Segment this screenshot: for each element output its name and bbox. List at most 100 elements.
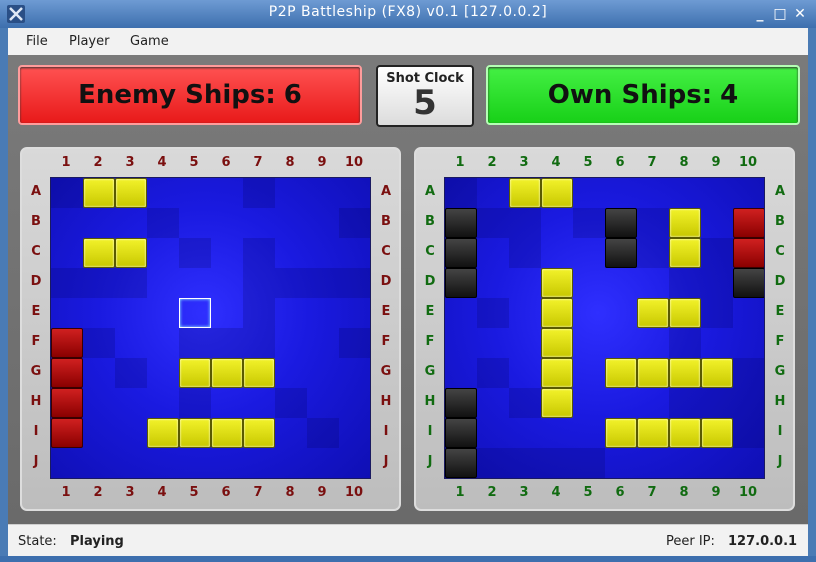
enemy-water-cell[interactable] [243, 238, 275, 268]
window-title-bar[interactable]: P2P Battleship (FX8) v0.1 [127.0.0.2] _ … [0, 0, 816, 28]
enemy-water-cell[interactable] [179, 238, 211, 268]
enemy-ship-cell[interactable] [211, 358, 243, 388]
own-hit-cell [733, 208, 764, 238]
enemy-water-cell[interactable] [339, 268, 370, 298]
own-col-label-bottom-9: 9 [711, 485, 721, 500]
enemy-water-cell[interactable] [51, 178, 83, 208]
enemy-ship-cell[interactable] [147, 418, 179, 448]
enemy-ship-cell[interactable] [115, 238, 147, 268]
maximize-icon[interactable]: □ [772, 6, 788, 22]
enemy-water-cell[interactable] [115, 268, 147, 298]
menu-file[interactable]: File [26, 34, 48, 49]
enemy-water-cell[interactable] [83, 328, 115, 358]
enemy-water-cell[interactable] [243, 268, 275, 298]
enemy-water-cell[interactable] [243, 178, 275, 208]
enemy-grid[interactable] [50, 177, 371, 479]
enemy-water-cell[interactable] [275, 268, 307, 298]
enemy-water-cell[interactable] [115, 358, 147, 388]
own-row-label-right-G: G [774, 364, 786, 379]
own-water-cell [509, 238, 541, 268]
enemy-water-cell[interactable] [211, 328, 243, 358]
own-water-cell [733, 358, 764, 388]
enemy-row-label-left-F: F [31, 334, 41, 349]
own-ship-cell [669, 208, 701, 238]
own-ship-cell [701, 418, 733, 448]
enemy-col-label-bottom-3: 3 [125, 485, 135, 500]
own-ships-label: Own Ships: [547, 80, 713, 110]
enemy-col-label-top-2: 2 [93, 155, 103, 170]
enemy-hit-cell[interactable] [51, 358, 83, 388]
own-water-cell [669, 328, 701, 358]
enemy-col-label-top-6: 6 [221, 155, 231, 170]
enemy-hit-cell[interactable] [51, 328, 83, 358]
enemy-col-label-top-5: 5 [189, 155, 199, 170]
own-col-label-bottom-7: 7 [647, 485, 657, 500]
own-ship-cell [541, 298, 573, 328]
enemy-row-label-right-I: I [383, 424, 389, 439]
close-icon[interactable]: ✕ [792, 6, 808, 22]
own-col-label-top-5: 5 [583, 155, 593, 170]
enemy-col-label-top-4: 4 [157, 155, 167, 170]
own-ship-cell [605, 358, 637, 388]
own-col-label-bottom-8: 8 [679, 485, 689, 500]
enemy-row-label-right-C: C [381, 244, 391, 259]
own-water-cell [573, 448, 605, 478]
own-row-label-left-C: C [425, 244, 435, 259]
own-miss-cell [445, 268, 477, 298]
enemy-water-cell[interactable] [275, 388, 307, 418]
own-ship-cell [541, 268, 573, 298]
enemy-hit-cell[interactable] [51, 418, 83, 448]
own-row-label-right-C: C [775, 244, 785, 259]
enemy-board: 1 1 2 2 3 3 4 4 5 5 6 6 7 7 8 8 9 9 10 10 A A B B C C D D E E F F G G H H I I… [20, 147, 401, 511]
enemy-row-label-right-D: D [380, 274, 392, 289]
menu-player[interactable]: Player [69, 34, 109, 49]
enemy-ship-cell[interactable] [179, 418, 211, 448]
own-col-label-top-8: 8 [679, 155, 689, 170]
enemy-ships-counter: Enemy Ships: 6 [18, 65, 362, 125]
enemy-ship-cell[interactable] [83, 178, 115, 208]
own-col-label-top-10: 10 [738, 155, 758, 170]
menu-game[interactable]: Game [130, 34, 169, 49]
enemy-col-label-bottom-2: 2 [93, 485, 103, 500]
enemy-target-cursor[interactable] [179, 298, 211, 328]
enemy-ship-cell[interactable] [243, 418, 275, 448]
own-col-label-bottom-3: 3 [519, 485, 529, 500]
own-miss-cell [605, 208, 637, 238]
enemy-water-cell[interactable] [147, 208, 179, 238]
enemy-row-label-left-A: A [30, 184, 42, 199]
enemy-water-cell[interactable] [307, 268, 339, 298]
own-ship-cell [637, 358, 669, 388]
state-label: State: [18, 534, 57, 549]
status-bar: State: Playing Peer IP: 127.0.0.1 [8, 524, 808, 557]
own-row-label-right-B: B [775, 214, 785, 229]
own-miss-cell [605, 238, 637, 268]
own-ship-cell [669, 238, 701, 268]
own-water-cell [701, 388, 733, 418]
enemy-water-cell[interactable] [339, 208, 370, 238]
own-ship-cell [637, 418, 669, 448]
enemy-row-label-left-I: I [33, 424, 39, 439]
enemy-ship-cell[interactable] [179, 358, 211, 388]
own-ship-cell [637, 298, 669, 328]
enemy-hit-cell[interactable] [51, 388, 83, 418]
enemy-ship-cell[interactable] [243, 358, 275, 388]
enemy-row-label-right-G: G [380, 364, 392, 379]
enemy-col-label-bottom-8: 8 [285, 485, 295, 500]
enemy-water-cell[interactable] [339, 328, 370, 358]
enemy-water-cell[interactable] [51, 268, 83, 298]
own-water-cell [477, 298, 509, 328]
enemy-ship-cell[interactable] [115, 178, 147, 208]
minimize-icon[interactable]: _ [752, 6, 768, 22]
enemy-ship-cell[interactable] [211, 418, 243, 448]
own-row-label-left-E: E [425, 304, 435, 319]
peer-ip-label: Peer IP: [666, 534, 715, 549]
enemy-row-label-right-F: F [381, 334, 391, 349]
enemy-water-cell[interactable] [179, 328, 211, 358]
enemy-water-cell[interactable] [243, 298, 275, 328]
enemy-water-cell[interactable] [179, 388, 211, 418]
enemy-water-cell[interactable] [307, 418, 339, 448]
enemy-row-label-left-G: G [30, 364, 42, 379]
enemy-ship-cell[interactable] [83, 238, 115, 268]
enemy-water-cell[interactable] [243, 328, 275, 358]
enemy-water-cell[interactable] [83, 268, 115, 298]
